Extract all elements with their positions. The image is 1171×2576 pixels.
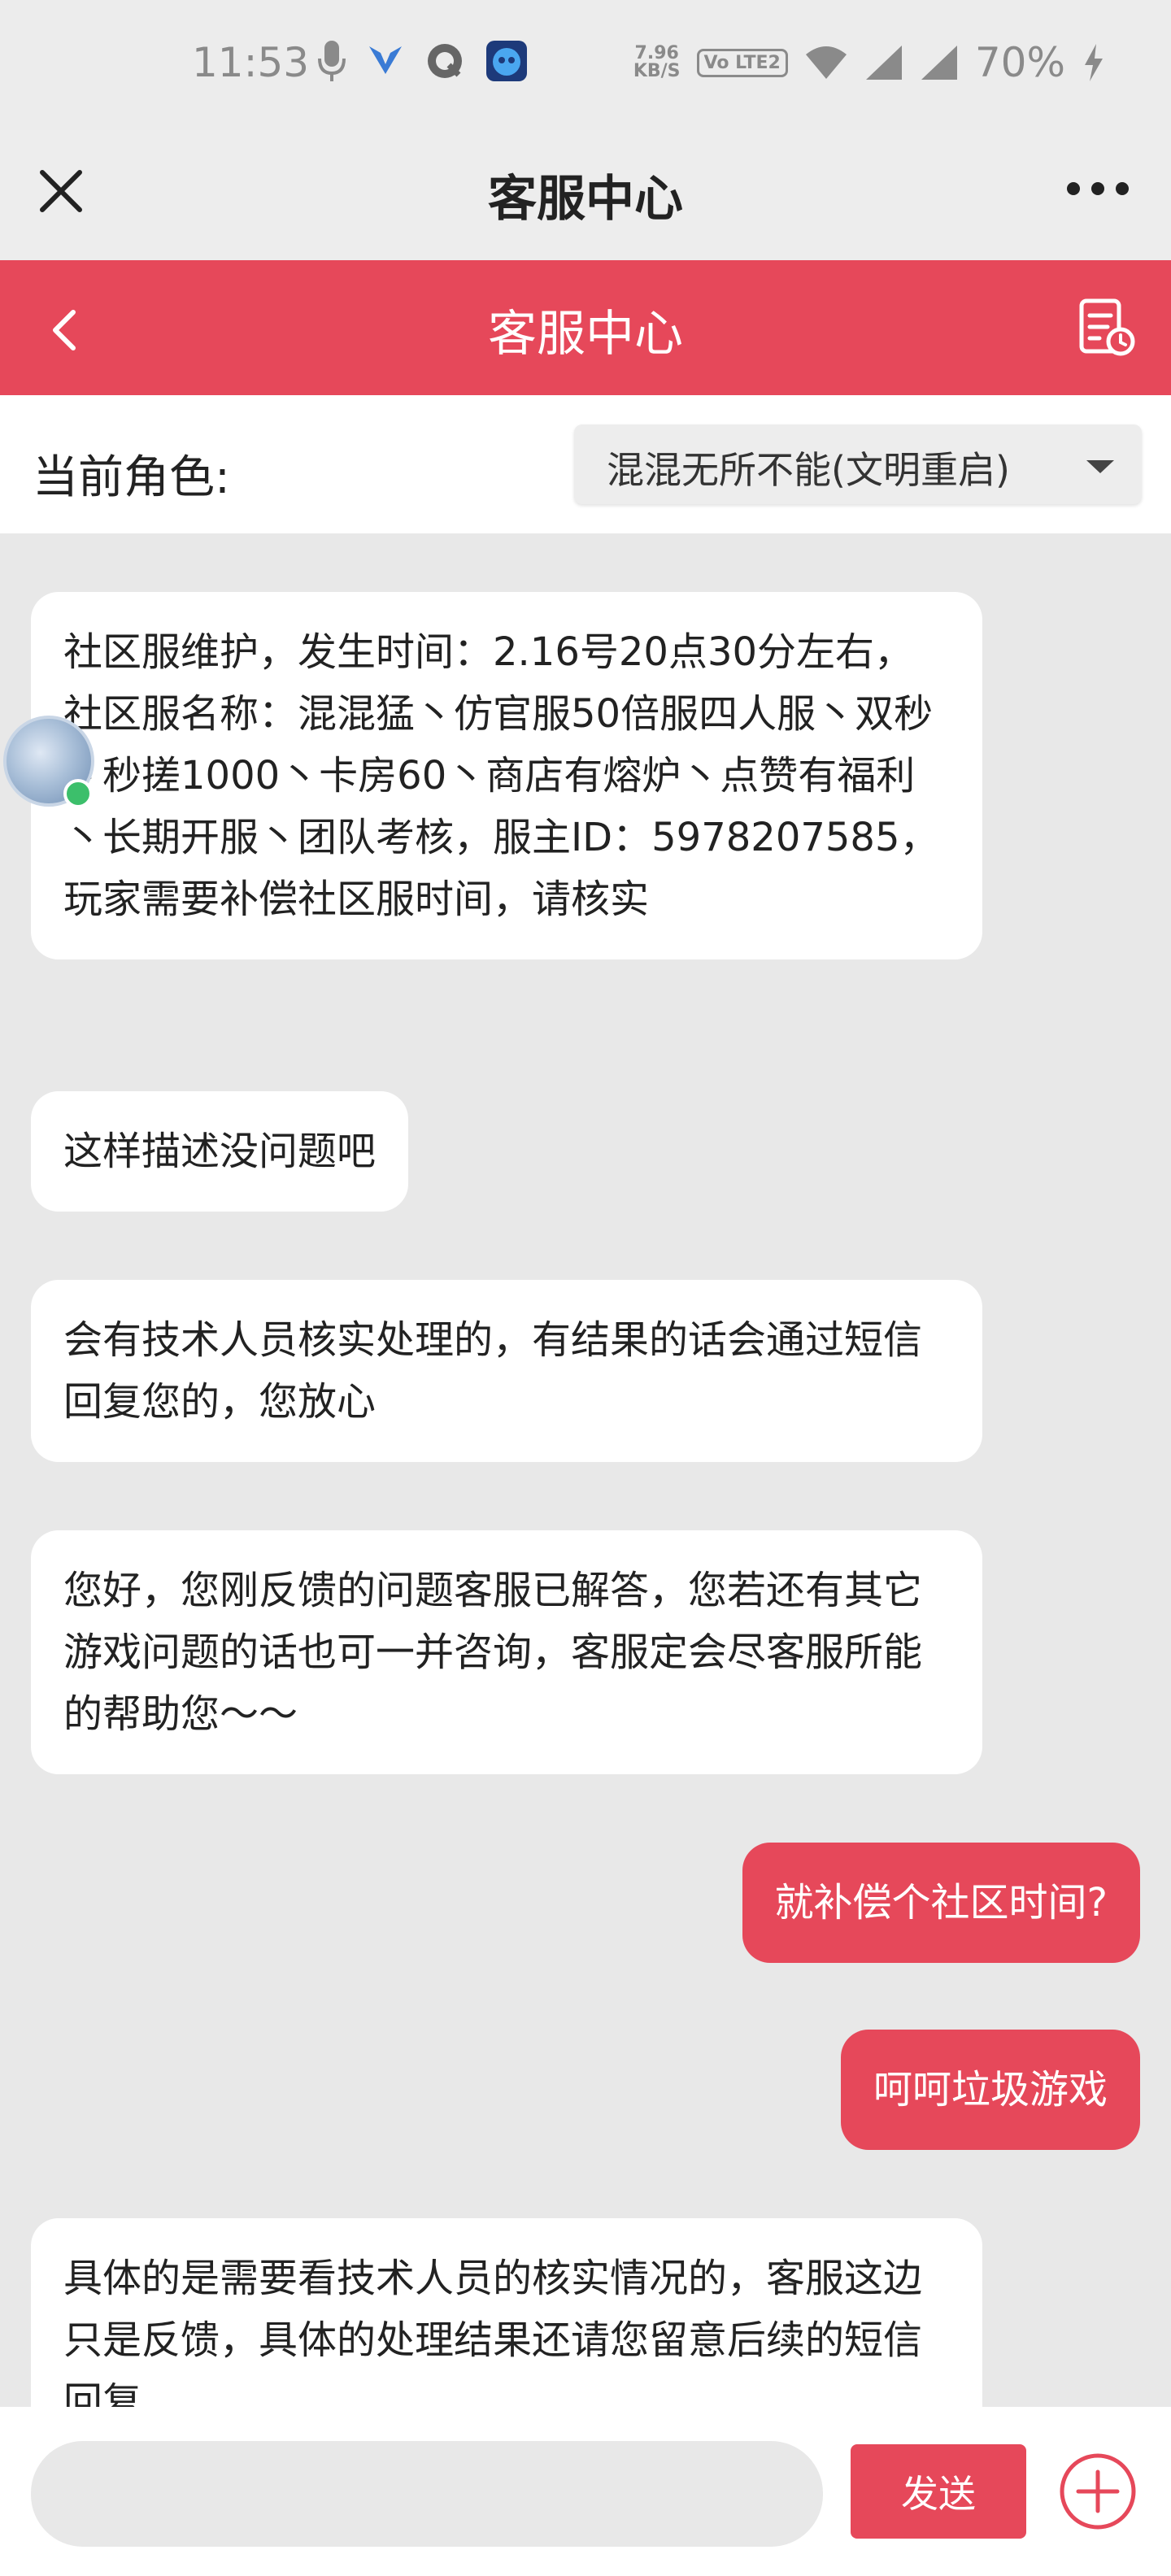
signal-icon (921, 46, 957, 80)
webview-title: 客服中心 (488, 171, 683, 228)
input-bar: 发送 (0, 2407, 1171, 2576)
message-bubble-user: 就补偿个社区时间? (742, 1843, 1140, 1963)
send-button[interactable]: 发送 (851, 2444, 1026, 2539)
lte-badge: Vo LTE2 (696, 48, 788, 77)
wifi-icon (805, 46, 847, 79)
net-speed: 7.96 KB/S (633, 43, 681, 81)
history-record-icon[interactable] (1075, 296, 1140, 361)
more-options-icon[interactable] (1067, 182, 1129, 195)
app-icon (369, 46, 402, 74)
app-q-icon (428, 44, 462, 78)
role-bar: 当前角色: 混混无所不能(文明重启) (0, 395, 1171, 533)
battery-level: 70% (974, 39, 1065, 86)
status-app-icons (317, 39, 529, 83)
mic-icon (318, 41, 346, 81)
message-bubble-agent: 会有技术人员核实处理的，有结果的话会通过短信回复您的，您放心 (31, 1280, 982, 1462)
role-dropdown[interactable]: 混混无所不能(文明重启) (574, 424, 1142, 504)
page-header: 客服中心 (0, 260, 1171, 395)
message-input[interactable] (31, 2441, 823, 2547)
status-bar: 11:53 7.96 KB/S Vo LTE2 70% (0, 0, 1171, 130)
status-system-icons: 7.96 KB/S Vo LTE2 70% (633, 39, 1106, 86)
role-label: 当前角色: (33, 451, 230, 504)
app-robot-icon (486, 41, 527, 81)
signal-icon (865, 46, 902, 80)
message-bubble-agent: 社区服维护，发生时间：2.16号20点30分左右，社区服名称：混混猛丶仿官服50… (31, 592, 982, 959)
online-status-dot (63, 779, 93, 808)
chevron-down-icon (1086, 460, 1114, 473)
message-bubble-agent: 您好，您刚反馈的问题客服已解答，您若还有其它游戏问题的话也可一并咨询，客服定会尽… (31, 1530, 982, 1774)
message-bubble-agent: 具体的是需要看技术人员的核实情况的，客服这边只是反馈，具体的处理结果还请您留意后… (31, 2218, 982, 2407)
charging-icon (1085, 44, 1103, 81)
message-bubble-agent: 这样描述没问题吧 (31, 1091, 409, 1212)
message-bubble-user: 呵呵垃圾游戏 (840, 2030, 1140, 2150)
webview-toolbar: 客服中心 (0, 130, 1171, 260)
chat-area[interactable]: 社区服维护，发生时间：2.16号20点30分左右，社区服名称：混混猛丶仿官服50… (0, 533, 1171, 2407)
status-time: 11:53 (192, 39, 310, 86)
role-selected-value: 混混无所不能(文明重启) (607, 448, 1010, 492)
add-attachment-icon[interactable] (1057, 2451, 1138, 2532)
page-title: 客服中心 (488, 306, 683, 363)
